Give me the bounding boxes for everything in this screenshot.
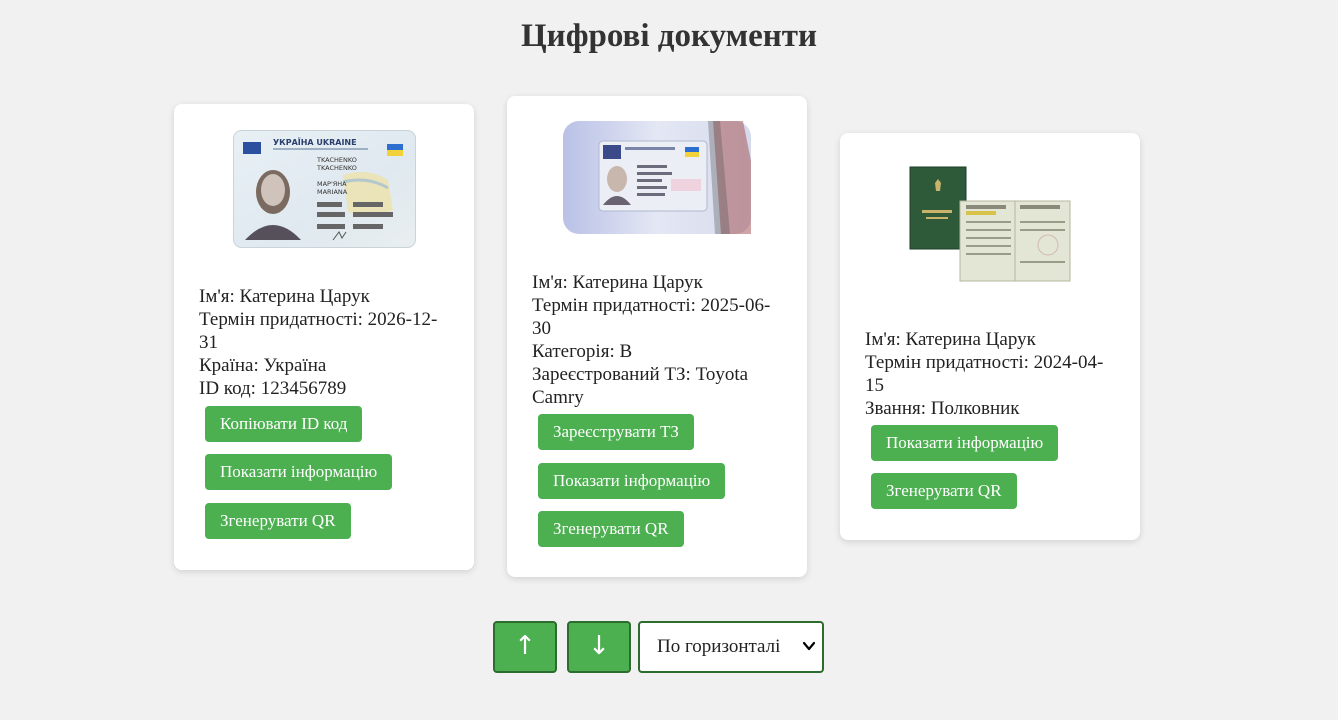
field-expiry: Термін придатності: 2025-06-30 bbox=[532, 295, 771, 339]
military-id-photo bbox=[909, 166, 1071, 282]
field-name: Ім'я: Катерина Царук bbox=[865, 329, 1036, 350]
svg-text:УКРАЇНА UKRAINE: УКРАЇНА UKRAINE bbox=[273, 137, 357, 147]
field-vehicle: Зареєстрований ТЗ: Toyota Camry bbox=[532, 364, 749, 408]
field-name: Ім'я: Катерина Царук bbox=[199, 286, 370, 307]
field-expiry: Термін придатності: 2026-12-31 bbox=[199, 309, 438, 353]
show-info-button[interactable]: Показати інформацію bbox=[538, 463, 726, 499]
show-info-button[interactable]: Показати інформацію bbox=[205, 454, 393, 490]
field-category: Категорія: B bbox=[532, 341, 633, 362]
layout-select[interactable]: По горизонталі bbox=[638, 621, 824, 673]
document-info: Ім'я: Катерина Царук Термін придатності:… bbox=[199, 285, 449, 400]
document-card-id: УКРАЇНА UKRAINE TKACHENKO TKACHENKO МАР'… bbox=[174, 104, 474, 570]
move-down-button[interactable]: ↓ bbox=[567, 621, 631, 673]
field-rank: Звання: Полковник bbox=[865, 398, 1020, 419]
field-country: Країна: Україна bbox=[199, 355, 327, 376]
field-id-code: ID код: 123456789 bbox=[199, 378, 347, 399]
move-up-button[interactable]: ↑ bbox=[493, 621, 557, 673]
chevron-down-icon bbox=[802, 641, 816, 651]
generate-qr-button[interactable]: Згенерувати QR bbox=[538, 511, 684, 547]
copy-id-button[interactable]: Копіювати ID код bbox=[205, 406, 363, 442]
svg-text:TKACHENKO: TKACHENKO bbox=[316, 164, 357, 172]
svg-text:MARIANA: MARIANA bbox=[317, 188, 348, 196]
generate-qr-button[interactable]: Згенерувати QR bbox=[205, 503, 351, 539]
driver-license-photo bbox=[563, 121, 751, 234]
field-name: Ім'я: Катерина Царук bbox=[532, 272, 703, 293]
page-title: Цифрові документи bbox=[521, 18, 817, 54]
document-info: Ім'я: Катерина Царук Термін придатності:… bbox=[865, 328, 1115, 420]
generate-qr-button[interactable]: Згенерувати QR bbox=[871, 473, 1017, 509]
id-card-photo: УКРАЇНА UKRAINE TKACHENKO TKACHENKO МАР'… bbox=[233, 130, 416, 248]
layout-select-value: По горизонталі bbox=[657, 636, 781, 657]
document-card-driver-license: Ім'я: Катерина Царук Термін придатності:… bbox=[507, 96, 807, 577]
document-card-military-id: Ім'я: Катерина Царук Термін придатності:… bbox=[840, 133, 1140, 540]
show-info-button[interactable]: Показати інформацію bbox=[871, 425, 1059, 461]
register-vehicle-button[interactable]: Зареєструвати ТЗ bbox=[538, 414, 694, 450]
svg-text:МАР'ЯНА: МАР'ЯНА bbox=[317, 180, 347, 188]
svg-text:TKACHENKO: TKACHENKO bbox=[316, 156, 357, 164]
document-info: Ім'я: Катерина Царук Термін придатності:… bbox=[532, 271, 782, 409]
field-expiry: Термін придатності: 2024-04-15 bbox=[865, 352, 1104, 396]
